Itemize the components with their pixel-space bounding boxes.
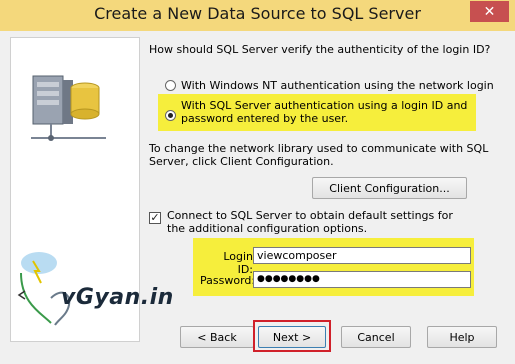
title-bar: Create a New Data Source to SQL Server ✕ <box>0 0 515 31</box>
window-title: Create a New Data Source to SQL Server <box>94 4 421 23</box>
server-icon <box>31 75 106 141</box>
network-library-text: To change the network library used to co… <box>149 142 489 168</box>
watermark-text: vGyan.in <box>61 285 174 310</box>
connect-checkbox-label[interactable]: Connect to SQL Server to obtain default … <box>167 209 467 235</box>
radio-windows-auth[interactable] <box>165 80 176 91</box>
password-input[interactable]: ●●●●●●●● <box>253 271 471 288</box>
password-label: Password: <box>200 274 256 287</box>
illustration-panel: vGyan.in <box>10 37 173 342</box>
back-button[interactable]: < Back <box>180 326 254 348</box>
radio-sql-auth-label[interactable]: With SQL Server authentication using a l… <box>181 99 471 125</box>
login-id-input[interactable]: viewcomposer <box>253 247 471 264</box>
client-configuration-button[interactable]: Client Configuration... <box>312 177 467 199</box>
login-id-label: Login ID: <box>223 250 253 276</box>
close-icon: ✕ <box>483 3 496 20</box>
connect-checkbox[interactable]: ✓ <box>149 212 161 224</box>
next-button[interactable]: Next > <box>258 326 326 348</box>
close-button[interactable]: ✕ <box>470 1 509 22</box>
help-button[interactable]: Help <box>427 326 497 348</box>
cancel-button[interactable]: Cancel <box>341 326 411 348</box>
auth-question: How should SQL Server verify the authent… <box>149 43 491 56</box>
radio-sql-auth[interactable] <box>165 110 176 121</box>
dialog-body: vGyan.in How should SQL Server verify th… <box>6 31 509 359</box>
